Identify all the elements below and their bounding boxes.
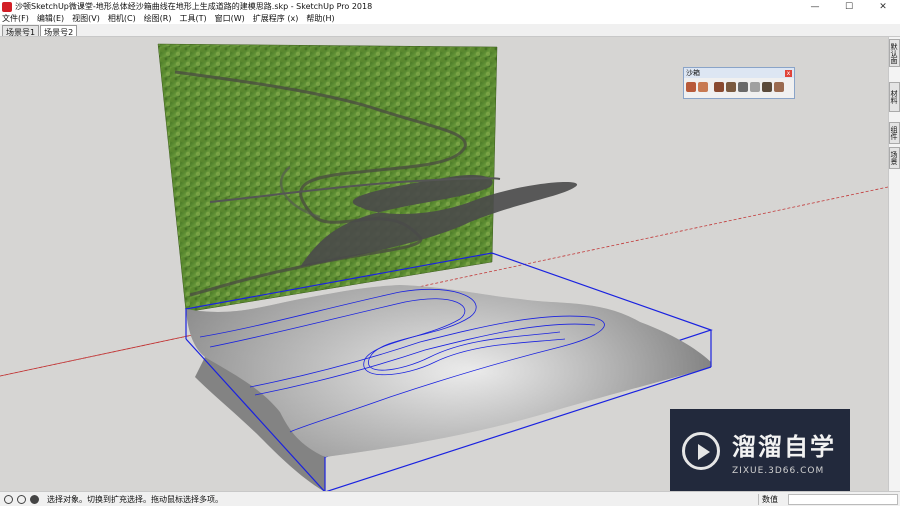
- tab-scene-1[interactable]: 场景号1: [2, 25, 40, 37]
- menu-view[interactable]: 视图(V): [72, 13, 100, 24]
- menu-extensions[interactable]: 扩展程序 (x): [253, 13, 299, 24]
- status-bar: 选择对象。切换到扩充选择。拖动鼠标选择多项。 数值: [0, 491, 900, 506]
- tray-tab-scenes[interactable]: 场景: [889, 147, 900, 169]
- minimize-button[interactable]: —: [798, 0, 832, 13]
- window-title: 沙顿SketchUp微课堂-地形总体经沙箱曲线在地形上生成道路的建模思路.skp…: [15, 2, 373, 11]
- user-icon[interactable]: [30, 494, 39, 504]
- stamp-icon[interactable]: [726, 82, 736, 92]
- play-logo-icon: [682, 432, 720, 470]
- from-scratch-icon[interactable]: [698, 82, 708, 92]
- menu-file[interactable]: 文件(F): [2, 13, 29, 24]
- watermark-name: 溜溜自学: [732, 432, 836, 461]
- terrain-icon[interactable]: [774, 82, 784, 92]
- tab-scene-2[interactable]: 场景号2: [40, 25, 78, 37]
- close-button[interactable]: ✕: [866, 0, 900, 13]
- measurements-input[interactable]: [788, 493, 898, 505]
- status-message: 选择对象。切换到扩充选择。拖动鼠标选择多项。: [47, 494, 223, 504]
- menu-camera[interactable]: 相机(C): [108, 13, 136, 24]
- watermark-url: ZIXUE.3D66.COM: [732, 465, 825, 476]
- right-tray: 默认面板 材料 组件 场景: [888, 37, 900, 491]
- menu-help[interactable]: 帮助(H): [306, 13, 334, 24]
- from-contours-icon[interactable]: [686, 82, 696, 92]
- drape-icon[interactable]: [738, 82, 748, 92]
- menu-bar: 文件(F) 编辑(E) 视图(V) 相机(C) 绘图(R) 工具(T) 窗口(W…: [0, 13, 900, 24]
- sandbox-tool-row: [684, 78, 794, 96]
- sandbox-toolbar-header[interactable]: 沙箱 x: [684, 68, 794, 78]
- menu-window[interactable]: 窗口(W): [215, 13, 245, 24]
- tray-tab-materials[interactable]: 材料: [889, 82, 900, 112]
- sketchup-app-icon: [2, 1, 12, 12]
- sandbox-toolbar-title: 沙箱: [686, 69, 700, 77]
- watermark-text: 溜溜自学 ZIXUE.3D66.COM: [732, 427, 836, 476]
- geo-location-icon[interactable]: [4, 494, 13, 504]
- watermark-logo: 溜溜自学 ZIXUE.3D66.COM: [670, 409, 850, 493]
- smoove-icon[interactable]: [714, 82, 724, 92]
- menu-tools[interactable]: 工具(T): [180, 13, 207, 24]
- menu-draw[interactable]: 绘图(R): [144, 13, 172, 24]
- tray-tab-default[interactable]: 默认面板: [889, 39, 900, 67]
- sandbox-close-icon[interactable]: x: [785, 69, 792, 77]
- add-detail-icon[interactable]: [750, 82, 760, 92]
- sandbox-toolbar[interactable]: 沙箱 x: [683, 67, 795, 99]
- tray-tab-components[interactable]: 组件: [889, 122, 900, 144]
- credits-icon[interactable]: [17, 494, 26, 504]
- flip-edge-icon[interactable]: [762, 82, 772, 92]
- scene-tabs: 场景号1 场景号2: [0, 24, 900, 37]
- menu-edit[interactable]: 编辑(E): [37, 13, 64, 24]
- maximize-button[interactable]: ☐: [832, 0, 866, 13]
- title-bar: 沙顿SketchUp微课堂-地形总体经沙箱曲线在地形上生成道路的建模思路.skp…: [0, 0, 900, 13]
- measurements-label: 数值: [758, 493, 788, 505]
